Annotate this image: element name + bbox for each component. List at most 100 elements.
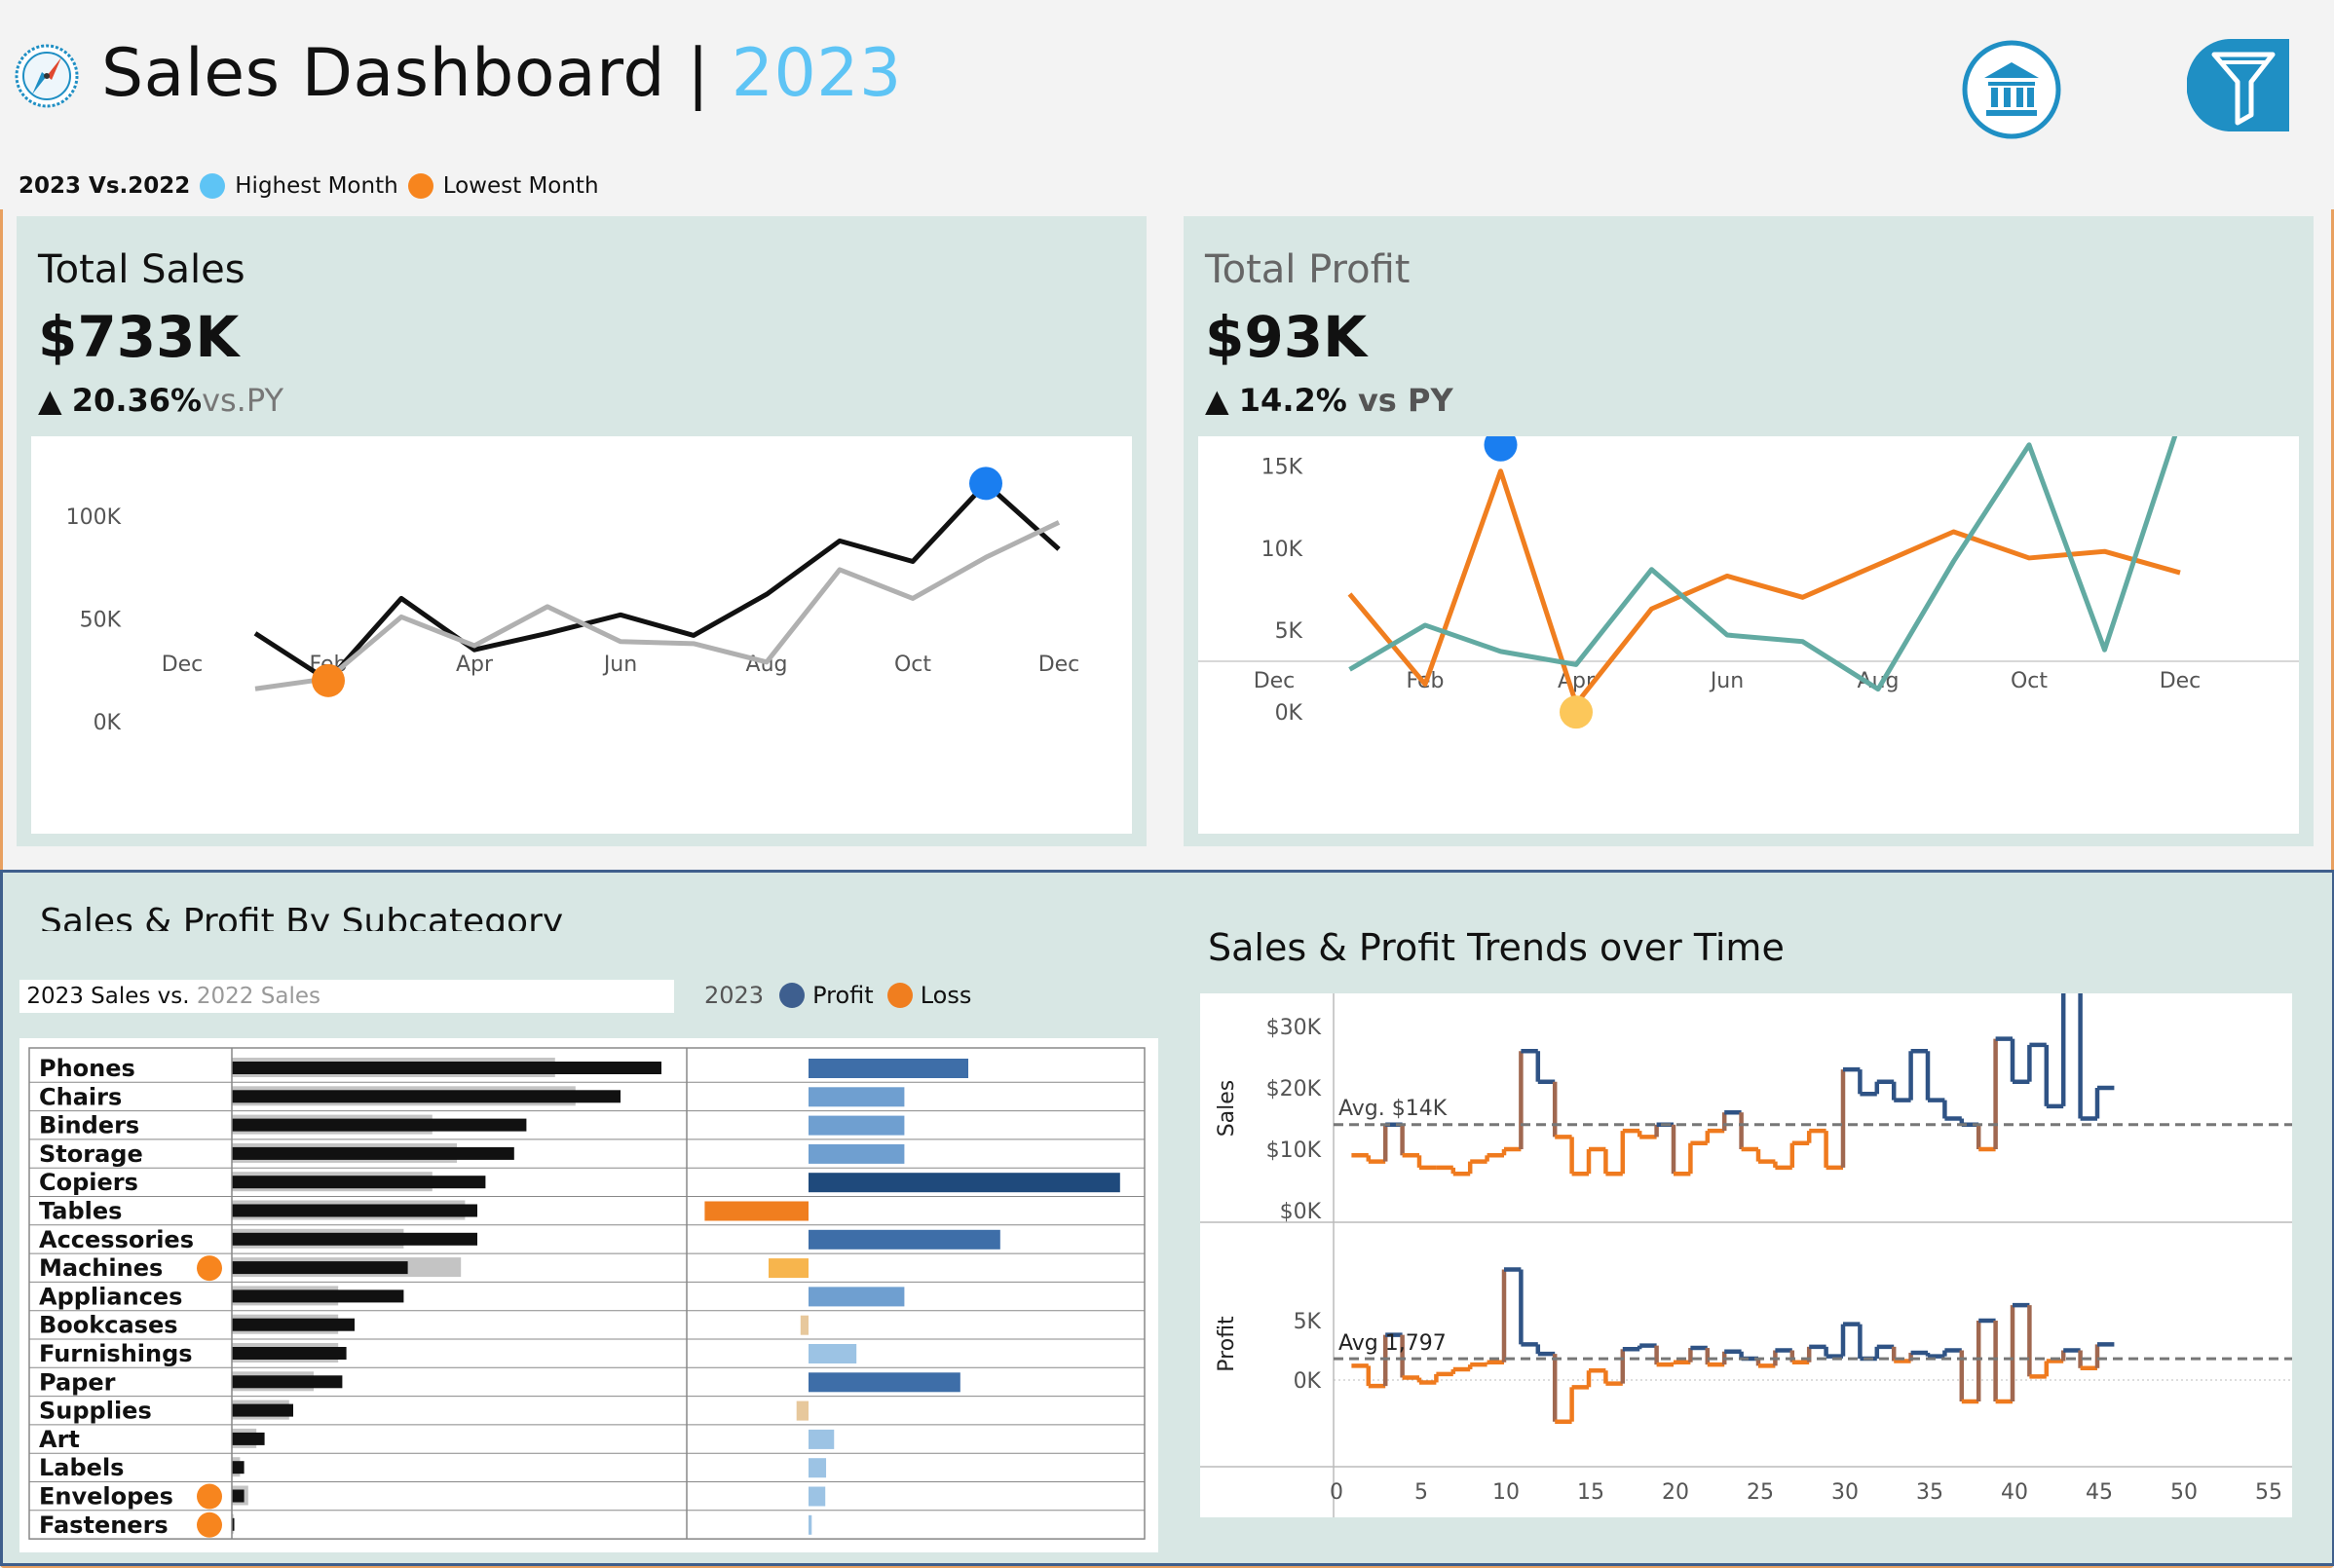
x-tick-label: 30: [1831, 1480, 1859, 1505]
total-sales-panel: Total Sales $733K ▲ 20.36%vs.PY DecFebAp…: [17, 216, 1147, 846]
up-arrow-icon: ▲: [38, 382, 62, 419]
bar-sales-2023: [232, 1432, 265, 1445]
sales-compare-legend: 2023 Sales vs. 2022 Sales: [19, 980, 674, 1013]
profit-y-tick: 0K: [1294, 1369, 1322, 1394]
profit-average-label: Avg 1,797: [1338, 1331, 1447, 1356]
bar-sales-2023: [232, 1461, 245, 1475]
bar-profit: [809, 1287, 905, 1307]
x-tick-label: 25: [1747, 1480, 1774, 1505]
bar-profit: [809, 1087, 905, 1107]
bar-profit: [809, 1173, 1120, 1193]
x-tick-label: Oct: [2011, 669, 2048, 693]
kpi-profit-value: $93K: [1205, 304, 1368, 370]
legend-year: 2023: [704, 982, 765, 1009]
bar-loss: [704, 1201, 809, 1221]
profit-line-svg: Dec Feb Apr Jun Aug Oct Dec0K5K10K15K: [1198, 419, 2299, 729]
x-tick-label: Dec: [2160, 669, 2202, 693]
bar-sales-2023: [232, 1289, 404, 1303]
legend-prefix: 2023 Vs.2022: [19, 173, 191, 199]
x-tick-label: Dec: [1254, 669, 1296, 693]
bar-profit: [809, 1229, 1000, 1250]
sales-y-tick: $30K: [1266, 1016, 1322, 1040]
category-label: Machines: [39, 1254, 163, 1282]
category-label: Envelopes: [39, 1483, 173, 1511]
bar-sales-2023: [232, 1375, 343, 1389]
bar-profit: [809, 1429, 835, 1449]
title-year: 2023: [731, 35, 902, 112]
sales-average-label: Avg. $14K: [1338, 1097, 1448, 1121]
category-label: Labels: [39, 1454, 124, 1481]
lowest-month-marker: [312, 663, 345, 697]
sales-line-svg: DecFebAprJunAugOctDec0K50K100K: [66, 467, 1080, 735]
kpi-sales-value: $733K: [38, 304, 240, 370]
category-label: Chairs: [39, 1083, 122, 1110]
header: Sales Dashboard | 2023 2023 Vs.2022 High…: [0, 0, 2334, 209]
legend-profit-dot: [779, 983, 806, 1008]
category-label: Supplies: [39, 1398, 152, 1425]
sales-y-tick: $10K: [1266, 1139, 1322, 1163]
series-line-1: [254, 520, 1061, 691]
legend-loss-dot: [886, 983, 913, 1008]
legend-low-dot: [407, 173, 433, 199]
legend-loss-label: Loss: [920, 982, 972, 1009]
bar-profit: [809, 1458, 827, 1478]
y-tick-label: 100K: [66, 505, 122, 530]
series-line-0: [1347, 468, 2181, 707]
x-tick-label: 10: [1492, 1480, 1520, 1505]
chart-border: [28, 1047, 1146, 1540]
bar-sales-2023: [232, 1489, 245, 1503]
legend-2022-sales: 2022 Sales: [196, 984, 320, 1009]
x-tick-label: 5: [1414, 1480, 1428, 1505]
bottom-section: Sales & Profit By Subcategory Sales & Pr…: [0, 870, 2334, 1566]
x-tick-label: Dec: [1038, 653, 1080, 677]
profit-y-tick: 5K: [1294, 1310, 1322, 1334]
lowest-month-marker: [1560, 695, 1593, 729]
compass-icon: [15, 44, 79, 108]
subcategory-svg: PhonesChairsBindersStorageCopiersTablesA…: [28, 1047, 1146, 1540]
x-tick-label: 35: [1916, 1480, 1943, 1505]
legend-high-dot: [200, 173, 226, 199]
bar-profit: [809, 1115, 905, 1136]
bar-profit: [809, 1372, 960, 1393]
legend-low-label: Lowest Month: [442, 173, 599, 199]
x-tick-label: 50: [2170, 1480, 2198, 1505]
bank-icon[interactable]: [1961, 39, 2063, 141]
bar-profit: [809, 1059, 968, 1078]
subcategory-title: Sales & Profit By Subcategory: [40, 902, 564, 931]
y-tick-label: 0K: [1275, 701, 1303, 726]
bar-sales-2023: [232, 1176, 486, 1189]
category-label: Fasteners: [39, 1512, 169, 1539]
bar-sales-2023: [232, 1232, 477, 1246]
category-label: Phones: [39, 1055, 135, 1082]
x-tick-label: Jun: [602, 653, 637, 677]
kpi-profit-title: Total Profit: [1205, 247, 1411, 292]
trends-chart: 0 5 10 15 20 25 30 35 40 45 50 55 $0K $10K $20K $30K 0K 5…: [1200, 987, 2292, 1517]
kpi-sales-title: Total Sales: [38, 247, 245, 292]
total-profit-panel: Total Profit $93K ▲ 14.2% vs PY Dec Feb Ap…: [1184, 216, 2314, 846]
y-tick-label: 10K: [1261, 538, 1303, 562]
category-label: Appliances: [39, 1283, 182, 1310]
filter-icon[interactable]: [2187, 39, 2289, 131]
category-label: Storage: [39, 1140, 143, 1168]
x-tick-label: 0: [1330, 1480, 1343, 1505]
low-sales-marker: [197, 1512, 222, 1538]
highest-month-marker: [1484, 428, 1518, 462]
kpi-sales-change: ▲ 20.36%vs.PY: [38, 382, 283, 419]
bar-sales-2023: [232, 1118, 527, 1132]
legend-2023-sales: 2023 Sales vs.: [26, 984, 197, 1009]
low-sales-marker: [197, 1255, 222, 1282]
bar-sales-2023: [232, 1062, 661, 1074]
highest-month-marker: [969, 467, 1002, 501]
bar-sales-2023: [232, 1204, 477, 1217]
sales-axis-title: Sales: [1215, 1080, 1239, 1138]
bar-sales-2023: [232, 1347, 347, 1360]
x-tick-label: Apr: [456, 653, 494, 677]
bar-loss: [769, 1258, 809, 1279]
x-tick-label: 40: [2001, 1480, 2028, 1505]
x-tick-label: 55: [2255, 1480, 2282, 1505]
category-label: Accessories: [39, 1226, 194, 1253]
x-tick-label: Dec: [162, 653, 204, 677]
x-tick-label: 45: [2086, 1480, 2113, 1505]
y-tick-label: 5K: [1275, 619, 1303, 644]
bar-sales-2023: [232, 1261, 408, 1275]
